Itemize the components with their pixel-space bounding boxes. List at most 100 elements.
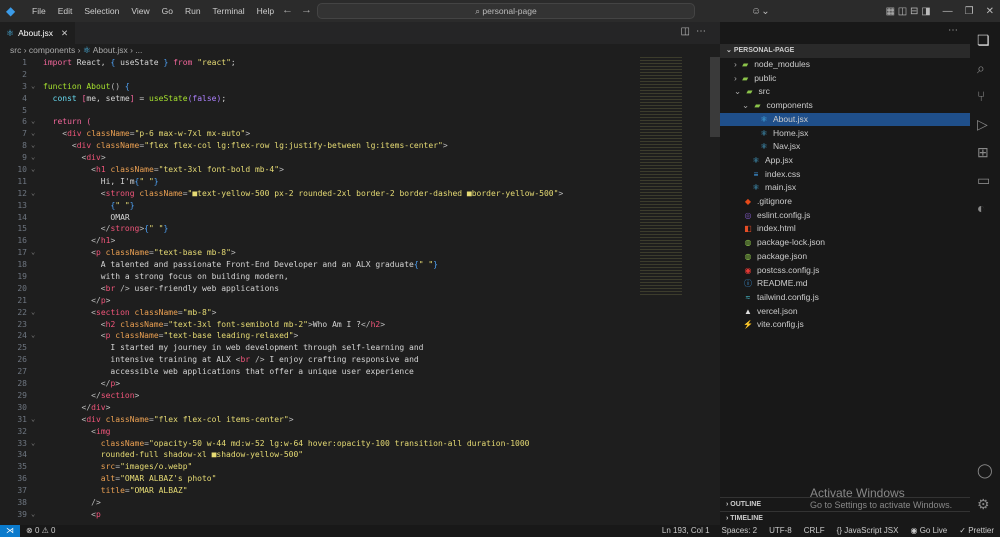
problems-indicator[interactable]: ⊗ 0 ⚠ 0: [26, 525, 55, 537]
line-number: 18: [17, 260, 27, 270]
more-actions-icon[interactable]: ⋯: [948, 25, 958, 36]
explorer-item[interactable]: ⌄ ▰ src: [720, 85, 970, 99]
search-icon[interactable]: ⌕: [977, 60, 985, 77]
menu-help[interactable]: Help: [251, 6, 280, 16]
explorer-item[interactable]: ⓘ README.md: [720, 277, 970, 291]
line-ending[interactable]: CRLF: [804, 525, 825, 537]
command-center-search[interactable]: ⌕ personal-page: [317, 3, 695, 19]
fold-chevron-icon[interactable]: ⌄: [31, 509, 35, 521]
settings-gear-icon[interactable]: ⚙: [977, 496, 990, 513]
code-text: {" "}: [43, 200, 134, 212]
explorer-item[interactable]: › ▰ public: [720, 72, 970, 86]
code-token: </: [91, 390, 101, 400]
minimap[interactable]: [640, 57, 682, 297]
code-token: intensive training at ALX: [43, 355, 236, 365]
extensions-icon[interactable]: ⊞: [977, 144, 989, 161]
explorer-item-label: eslint.config.js: [757, 209, 811, 220]
code-token: user-friendly web applications: [129, 283, 280, 293]
fold-chevron-icon[interactable]: ⌄: [31, 438, 35, 450]
code-editor[interactable]: 1 import React, { useState } from "react"…: [0, 57, 640, 521]
explorer-item[interactable]: ▲ vercel.json: [720, 305, 970, 319]
code-line: 20 <br /> user-friendly web applications: [0, 283, 640, 295]
explorer-item[interactable]: ◍ package-lock.json: [720, 236, 970, 250]
code-line: 23 <h2 className="text-3xl font-semibold…: [0, 319, 640, 331]
remote-indicator-icon[interactable]: ⋊: [0, 525, 20, 537]
fold-chevron-icon[interactable]: ⌄: [31, 307, 35, 319]
crumb-more[interactable]: ...: [135, 45, 142, 55]
menu-terminal[interactable]: Terminal: [207, 6, 251, 16]
close-window-button[interactable]: ✕: [986, 6, 994, 17]
remote-explorer-icon[interactable]: ▭: [977, 172, 990, 189]
crumb-file[interactable]: About.jsx: [93, 45, 128, 55]
fold-chevron-icon[interactable]: ⌄: [31, 116, 35, 128]
source-control-icon[interactable]: ⑂: [977, 88, 985, 104]
code-line: 5: [0, 105, 640, 117]
code-text: A talented and passionate Front-End Deve…: [43, 259, 438, 271]
code-text: I started my journey in web development …: [43, 342, 424, 354]
edge-tools-icon[interactable]: ◐: [977, 200, 985, 216]
explorer-item[interactable]: ⌄ ▰ components: [720, 99, 970, 113]
explorer-item[interactable]: ⚛ Nav.jsx: [720, 140, 970, 154]
restore-button[interactable]: ❐: [965, 6, 974, 17]
menu-file[interactable]: File: [26, 6, 52, 16]
menu-selection[interactable]: Selection: [78, 6, 125, 16]
explorer-icon[interactable]: ❏: [977, 32, 990, 49]
explorer-item[interactable]: ⚛ App.jsx: [720, 154, 970, 168]
explorer-item[interactable]: ≈ tailwind.config.js: [720, 291, 970, 305]
run-debug-icon[interactable]: ▷: [977, 116, 988, 133]
tab-about-jsx[interactable]: ⚛ About.jsx ✕: [0, 22, 75, 44]
fold-chevron-icon[interactable]: ⌄: [31, 330, 35, 342]
code-text: <div className="p-6 max-w-7xl mx-auto">: [43, 128, 250, 140]
code-line: 4 const [me, setme] = useState(false);: [0, 93, 640, 105]
menu-go[interactable]: Go: [156, 6, 179, 16]
explorer-item[interactable]: ◧ index.html: [720, 222, 970, 236]
fold-chevron-icon[interactable]: ⌄: [31, 164, 35, 176]
explorer-item[interactable]: ◉ postcss.config.js: [720, 264, 970, 278]
fold-chevron-icon[interactable]: ⌄: [31, 414, 35, 426]
prettier-button[interactable]: ✓ Prettier: [959, 525, 994, 537]
code-token: I started my journey in web development …: [43, 343, 424, 353]
minimize-button[interactable]: —: [943, 6, 953, 17]
nav-arrows[interactable]: ←→: [282, 4, 320, 16]
code-token: {: [124, 81, 130, 91]
language-mode[interactable]: {} JavaScript JSX: [837, 525, 899, 537]
line-number: 16: [17, 236, 27, 246]
explorer-item[interactable]: ⚛ main.jsx: [720, 181, 970, 195]
fold-chevron-icon[interactable]: ⌄: [31, 81, 35, 93]
timeline-section[interactable]: › TIMELINE: [720, 511, 970, 525]
explorer-item[interactable]: ⚛ Home.jsx: [720, 127, 970, 141]
explorer-item[interactable]: ⚡ vite.config.js: [720, 318, 970, 332]
fold-chevron-icon[interactable]: ⌄: [31, 128, 35, 140]
fold-chevron-icon[interactable]: ⌄: [31, 188, 35, 200]
explorer-item[interactable]: ≡ index.css: [720, 168, 970, 182]
indentation[interactable]: Spaces: 2: [722, 525, 758, 537]
project-header[interactable]: ⌄ PERSONAL-PAGE: [720, 44, 970, 58]
close-tab-icon[interactable]: ✕: [61, 28, 68, 39]
account-icon[interactable]: ◯: [977, 462, 993, 479]
line-number: 1: [22, 58, 27, 67]
encoding[interactable]: UTF-8: [769, 525, 792, 537]
copilot-icon[interactable]: ☺⌄: [751, 6, 770, 17]
menu-edit[interactable]: Edit: [52, 6, 79, 16]
menu-run[interactable]: Run: [179, 6, 207, 16]
fold-chevron-icon[interactable]: ⌄: [31, 152, 35, 164]
explorer-item[interactable]: ◆ .gitignore: [720, 195, 970, 209]
crumb-components[interactable]: components: [29, 45, 75, 55]
explorer-item[interactable]: ⚛ About.jsx: [720, 112, 970, 127]
code-text: with a strong focus on building modern,: [43, 271, 289, 283]
cursor-position[interactable]: Ln 193, Col 1: [662, 525, 710, 537]
fold-chevron-icon[interactable]: ⌄: [31, 140, 35, 152]
layout-icon[interactable]: ▦ ◫ ⊟ ◨: [886, 6, 931, 17]
crumb-src[interactable]: src: [10, 45, 21, 55]
fold-chevron-icon[interactable]: ⌄: [31, 247, 35, 259]
editor-actions[interactable]: ◫⋯: [681, 26, 712, 37]
go-live-button[interactable]: ◉ Go Live: [910, 525, 947, 537]
explorer-item[interactable]: › ▰ node_modules: [720, 58, 970, 72]
explorer-item[interactable]: ◎ eslint.config.js: [720, 209, 970, 223]
editor-scrollbar[interactable]: [710, 57, 720, 137]
menu-view[interactable]: View: [125, 6, 155, 16]
code-token: div: [91, 402, 106, 412]
explorer-item[interactable]: ◍ package.json: [720, 250, 970, 264]
